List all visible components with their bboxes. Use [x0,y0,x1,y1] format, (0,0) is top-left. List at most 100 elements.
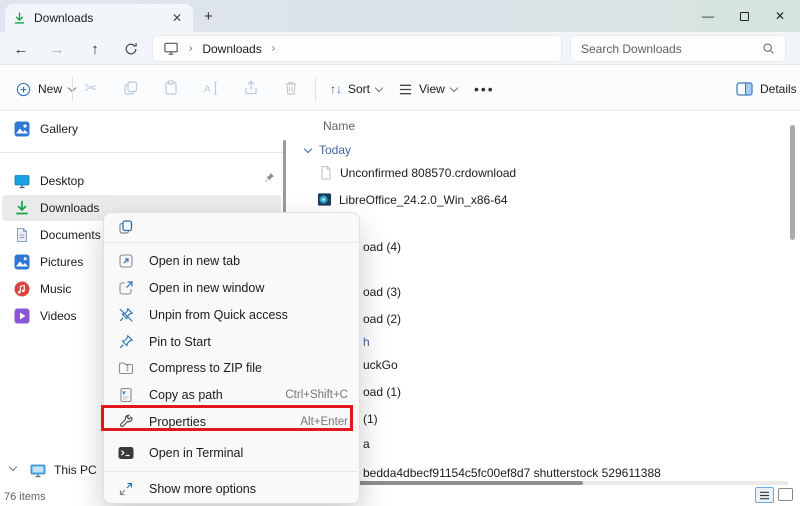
open-in-new-tab-icon [118,253,134,269]
this-pc-icon [163,41,179,56]
view-button[interactable]: View [392,74,463,104]
file-row[interactable]: Unconfirmed 808570.crdownload [319,165,516,180]
menu-item-compress-to-zip[interactable]: Compress to ZIP file [108,354,357,381]
refresh-button[interactable] [118,36,144,62]
up-button[interactable]: ↑ [82,36,108,62]
group-header-fragment[interactable]: h [363,335,370,349]
file-name-fragment[interactable]: (1) [363,412,378,426]
sidebar-item-label: Documents [40,228,101,242]
chevron-down-icon [303,144,313,153]
file-name-fragment[interactable]: oad (3) [363,285,401,299]
sidebar-item-label: Pictures [40,255,84,269]
details-pane-button[interactable]: Details [730,74,800,104]
show-more-options-icon [118,481,134,497]
explorer-tab-downloads[interactable]: Downloads ✕ [5,4,193,32]
menu-item-open-in-new-window[interactable]: Open in new window [108,274,357,301]
new-tab-button[interactable]: + [204,8,213,25]
menu-item-open-in-terminal[interactable]: Open in Terminal [108,439,357,466]
sidebar-item-gallery[interactable]: Gallery [2,116,281,142]
menu-item-label: Open in new window [149,280,265,295]
tab-close-icon[interactable]: ✕ [169,10,185,26]
menu-item-label: Open in new tab [149,253,241,268]
file-name-fragment[interactable]: oad (4) [363,240,401,254]
thumbnail-view-toggle[interactable] [778,488,793,501]
videos-icon [14,308,30,324]
pin-icon [118,334,134,350]
context-menu: Open in new tab Open in new window Unpin… [103,212,360,504]
search-icon [762,42,775,55]
navigation-bar: ← → ↑ › Downloads › [0,32,800,65]
gallery-icon [14,121,30,137]
toolbar-divider [72,77,73,101]
menu-item-copy-as-path[interactable]: Copy as path Ctrl+Shift+C [108,381,357,408]
copy-as-path-icon [118,387,134,403]
menu-item-shortcut: Alt+Enter [300,415,348,428]
menu-item-shortcut: Ctrl+Shift+C [285,388,348,401]
zip-folder-icon [118,360,134,376]
view-button-label: View [419,82,445,96]
delete-icon[interactable] [282,79,300,97]
new-button-label: New [38,82,63,96]
search-box[interactable] [570,35,786,62]
see-more-button[interactable]: ••• [468,74,501,104]
window-minimize-button[interactable]: — [690,0,726,32]
menu-item-label: Pin to Start [149,334,211,349]
chevron-down-icon [449,83,459,92]
open-in-new-window-icon [118,280,134,296]
documents-icon [14,227,30,243]
horizontal-scrollbar-thumb[interactable] [333,481,583,485]
breadcrumb-downloads[interactable]: Downloads [202,42,261,56]
file-name-fragment[interactable]: a [363,437,370,451]
search-input[interactable] [581,41,762,56]
window-close-button[interactable]: ✕ [762,0,798,32]
file-icon [319,165,333,180]
sort-button[interactable]: ↑↓ Sort [324,74,388,104]
file-name-fragment[interactable]: bedda4dbecf91154c5fc00ef8d7 shutterstock… [363,466,661,480]
file-name-fragment[interactable]: uckGo [363,358,398,372]
pictures-icon [14,254,30,270]
file-name-fragment[interactable]: oad (2) [363,312,401,326]
menu-item-properties[interactable]: Properties Alt+Enter [108,408,357,435]
copy-icon[interactable] [122,79,140,97]
column-header-name[interactable]: Name [323,119,355,133]
back-button[interactable]: ← [8,36,34,62]
menu-item-show-more-options[interactable]: Show more options [108,475,357,502]
window-maximize-button[interactable] [726,0,762,32]
menu-item-label: Compress to ZIP file [149,360,263,375]
list-view-toggle[interactable] [755,487,774,503]
file-name-fragment[interactable]: oad (1) [363,385,401,399]
menu-item-unpin-from-quick-access[interactable]: Unpin from Quick access [108,301,357,328]
ellipsis-icon: ••• [474,81,495,97]
sidebar-item-label: Videos [40,309,77,323]
menu-item-label: Copy as path [149,387,223,402]
titlebar: Downloads ✕ + — ✕ [0,0,800,32]
group-header-today[interactable]: Today [303,143,351,157]
file-name: Unconfirmed 808570.crdownload [340,165,517,180]
unpin-icon [118,307,134,323]
menu-item-open-in-new-tab[interactable]: Open in new tab [108,247,357,274]
music-icon [14,281,30,297]
details-button-label: Details [760,82,797,96]
paste-icon[interactable] [162,79,180,97]
menu-item-pin-to-start[interactable]: Pin to Start [108,328,357,355]
sidebar-item-label: Gallery [40,122,79,136]
terminal-icon [118,445,134,461]
breadcrumb-chevron-icon[interactable]: › [272,43,275,54]
sort-arrows-icon: ↑↓ [330,82,342,96]
installer-file-icon [317,192,332,207]
sidebar-item-label: Downloads [40,201,100,215]
tab-title: Downloads [34,11,94,25]
share-icon[interactable] [242,79,260,97]
file-row[interactable]: LibreOffice_24.2.0_Win_x86-64 [317,192,508,207]
items-count: 76 items [4,491,46,503]
copy-icon[interactable] [118,219,134,235]
breadcrumb[interactable]: › Downloads › [152,35,562,62]
forward-button[interactable]: → [44,36,70,62]
cut-icon[interactable]: ✂ [82,79,100,97]
sidebar-item-desktop[interactable]: Desktop [2,168,281,194]
vertical-scrollbar[interactable] [790,125,795,240]
this-pc-icon [30,462,46,478]
sidebar-divider [0,152,283,153]
rename-icon[interactable]: A [202,79,220,97]
svg-text:A: A [204,84,211,95]
